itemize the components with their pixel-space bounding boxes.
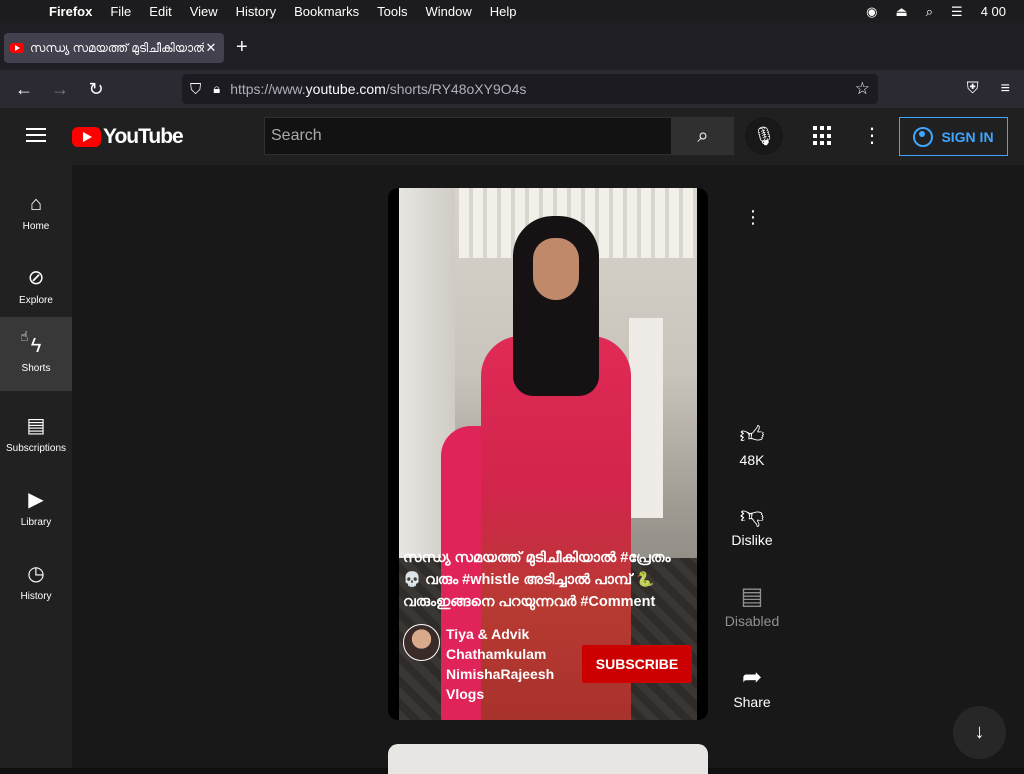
nav-right-tools: ⛨ ≡ [967, 70, 1024, 108]
history-icon: ◷ [27, 562, 45, 585]
menu-edit[interactable]: Edit [140, 4, 180, 19]
tab-title: സന്ധ്യ സമയത്ത് മുടിചീകിയാൽ #പ [30, 40, 204, 55]
browser-nav-bar: ← → ↻ ⛉ 🔒︎ https://www.youtube.com/short… [0, 70, 1024, 108]
bookmark-star-icon[interactable]: ☆ [855, 79, 870, 99]
menu-history[interactable]: History [227, 4, 285, 19]
eject-icon[interactable]: ⏏ [895, 4, 907, 20]
account-circle-icon [913, 126, 934, 147]
like-button[interactable]: 👍︎ 48K [720, 420, 784, 468]
thumbs-down-icon: 👎︎ [739, 502, 765, 529]
youtube-logo[interactable]: YouTube [72, 125, 184, 149]
menu-bookmarks[interactable]: Bookmarks [285, 4, 368, 19]
sign-in-button[interactable]: SIGN IN [899, 117, 1008, 156]
comments-label: Disabled [724, 613, 780, 629]
url-text[interactable]: https://www.youtube.com/shorts/RY48oXY9O… [230, 81, 526, 97]
caption-line: സന്ധ്യ സമയത്ത് മുടിചീകിയാൽ #പ്രേതം [403, 550, 671, 566]
sign-in-label: SIGN IN [941, 128, 994, 145]
menubar-status-area: ◉ ⏏ ⌕ ☰ 4 00 [866, 4, 1024, 20]
reload-icon[interactable]: ↻ [78, 79, 114, 100]
subscribe-button[interactable]: SUBSCRIBE [582, 645, 692, 683]
dislike-label: Dislike [731, 532, 773, 548]
like-count: 48K [739, 452, 765, 468]
short-caption[interactable]: സന്ധ്യ സമയത്ത് മുടിചീകിയാൽ #പ്രേതം 💀 വരു… [403, 547, 693, 613]
sidebar-item-library[interactable]: ▶ Library [0, 471, 72, 545]
more-options-icon[interactable]: ⋮ [744, 206, 762, 228]
back-arrow-icon[interactable]: ← [6, 79, 42, 100]
library-icon: ▶ [28, 488, 44, 511]
shorts-icon: ϟ [30, 334, 42, 357]
arrow-down-icon: ↓ [974, 721, 985, 743]
youtube-wordmark: YouTube [103, 125, 184, 148]
dislike-button[interactable]: 👎︎ Dislike [720, 500, 784, 548]
home-icon: ⌂ [29, 192, 43, 215]
menu-view[interactable]: View [181, 4, 227, 19]
next-short-preview[interactable] [388, 744, 708, 774]
next-short-button[interactable]: ↓ [953, 706, 1006, 759]
mouse-pointer-icon: ☝ [20, 328, 29, 344]
compass-icon: ⊘ [27, 266, 45, 289]
comment-icon: ▤ [740, 583, 764, 610]
sidebar-item-shorts[interactable]: ϟ Shorts [0, 317, 72, 391]
share-arrow-icon: ➦ [741, 664, 763, 691]
spotlight-search-icon[interactable]: ⌕ [926, 4, 933, 20]
caption-line: 💀 വരും #whistle അടിച്ചാൽ പാമ്പ് 🐍 [403, 572, 655, 588]
lock-icon[interactable]: 🔒︎ [213, 81, 220, 97]
sidebar-item-label: Explore [19, 294, 53, 306]
forward-arrow-icon[interactable]: → [42, 79, 78, 100]
thumbs-up-icon: 👍︎ [739, 422, 765, 449]
tracking-protection-shield-icon[interactable]: ⛉ [190, 81, 201, 98]
app-menu-icon[interactable]: ≡ [1001, 80, 1010, 98]
channel-name[interactable]: Tiya & Advik Chathamkulam NimishaRajeesh… [446, 624, 576, 704]
user-account-icon[interactable]: ◉ [866, 4, 877, 20]
sidebar-item-explore[interactable]: ⊘ Explore [0, 249, 72, 323]
browser-tab-active[interactable]: സന്ധ്യ സമയത്ത് മുടിചീകിയാൽ #പ ✕ [4, 33, 224, 63]
channel-avatar[interactable] [403, 624, 440, 661]
sidebar-item-label: Home [22, 220, 50, 232]
apps-grid-icon[interactable] [812, 125, 834, 147]
menu-file[interactable]: File [101, 4, 140, 19]
tab-close-icon[interactable]: ✕ [204, 40, 218, 56]
microphone-icon: 🎙︎ [752, 125, 776, 146]
share-label: Share [733, 694, 771, 710]
youtube-play-logo-icon [72, 127, 101, 147]
sidebar-item-label: Shorts [21, 362, 51, 374]
pocket-icon[interactable]: ⛨ [967, 80, 979, 98]
sidebar-item-history[interactable]: ◷ History [0, 545, 72, 619]
video-background-pillar-right [629, 318, 663, 518]
share-button[interactable]: ➦ Share [720, 662, 784, 710]
search-placeholder: Search [271, 127, 322, 144]
new-tab-button[interactable]: + [236, 37, 248, 57]
sidebar-item-label: Subscriptions [5, 442, 67, 454]
search-icon: ⌕ [697, 124, 709, 147]
sidebar-item-label: Library [20, 516, 52, 528]
browser-tab-strip: സന്ധ്യ സമയത്ത് മുടിചീകിയാൽ #പ ✕ + [0, 23, 1024, 70]
video-subject-face [533, 238, 579, 300]
comments-button[interactable]: ▤ Disabled [720, 581, 784, 629]
caption-line: വരുംഇങ്ങനെ പറയുന്നവർ #Comment [403, 594, 656, 610]
guide-menu-icon[interactable] [26, 128, 46, 142]
youtube-favicon-icon [10, 43, 24, 53]
search-input[interactable]: Search [264, 117, 672, 155]
sidebar-item-subscriptions[interactable]: ▤ Subscriptions [0, 397, 72, 471]
menubar-clock[interactable]: 4 00 [981, 4, 1006, 19]
macos-menubar: Firefox File Edit View History Bookmarks… [0, 0, 1024, 23]
youtube-header: YouTube Search ⌕ 🎙︎ ⋮ SIGN IN [0, 108, 1024, 165]
settings-kebab-icon[interactable]: ⋮ [862, 125, 882, 147]
search-button[interactable]: ⌕ [672, 117, 734, 155]
menu-tools[interactable]: Tools [368, 4, 416, 19]
sidebar-item-label: History [20, 590, 52, 602]
mini-guide-sidebar: ⌂ Home ⊘ Explore ϟ Shorts ▤ Subscription… [0, 165, 72, 768]
control-center-icon[interactable]: ☰ [951, 4, 963, 20]
menu-window[interactable]: Window [417, 4, 481, 19]
voice-search-button[interactable]: 🎙︎ [745, 117, 783, 155]
url-bar[interactable]: ⛉ 🔒︎ https://www.youtube.com/shorts/RY48… [182, 74, 878, 104]
subscriptions-icon: ▤ [26, 414, 46, 437]
menu-help[interactable]: Help [481, 4, 526, 19]
sidebar-item-home[interactable]: ⌂ Home [0, 175, 72, 249]
menu-app-name[interactable]: Firefox [40, 4, 101, 19]
